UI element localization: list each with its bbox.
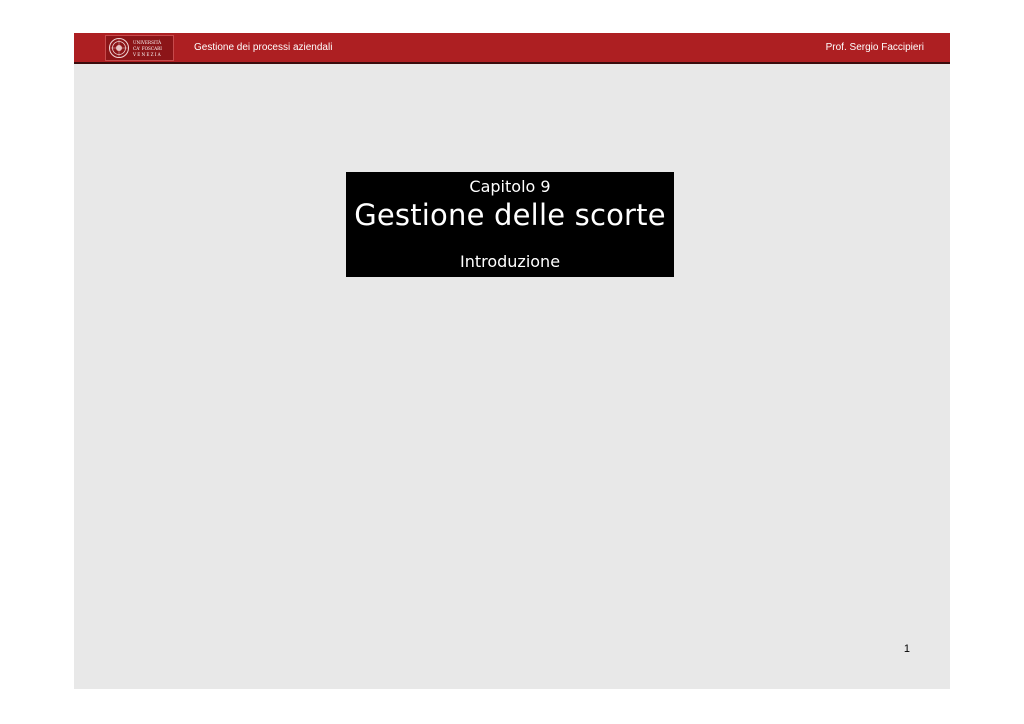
slide: UNIVERSITÀ CA' FOSCARI VENEZIA Gestione … [74,33,950,689]
course-title: Gestione dei processi aziendali [194,42,333,53]
logo-line-2: CA' FOSCARI [133,46,162,51]
logo-line-3: VENEZIA [132,52,162,57]
title-box: Capitolo 9 Gestione delle scorte Introdu… [346,172,674,277]
university-seal-icon: UNIVERSITÀ CA' FOSCARI VENEZIA [109,38,162,58]
author-name: Prof. Sergio Faccipieri [825,42,924,53]
chapter-label: Capitolo 9 [469,177,551,196]
slide-subtitle: Introduzione [459,252,561,271]
slide-title: Gestione delle scorte [354,198,666,232]
slide-header: UNIVERSITÀ CA' FOSCARI VENEZIA Gestione … [74,33,950,64]
logo-line-1: UNIVERSITÀ [133,40,162,45]
page-number: 1 [903,643,910,655]
university-logo: UNIVERSITÀ CA' FOSCARI VENEZIA [105,35,174,61]
